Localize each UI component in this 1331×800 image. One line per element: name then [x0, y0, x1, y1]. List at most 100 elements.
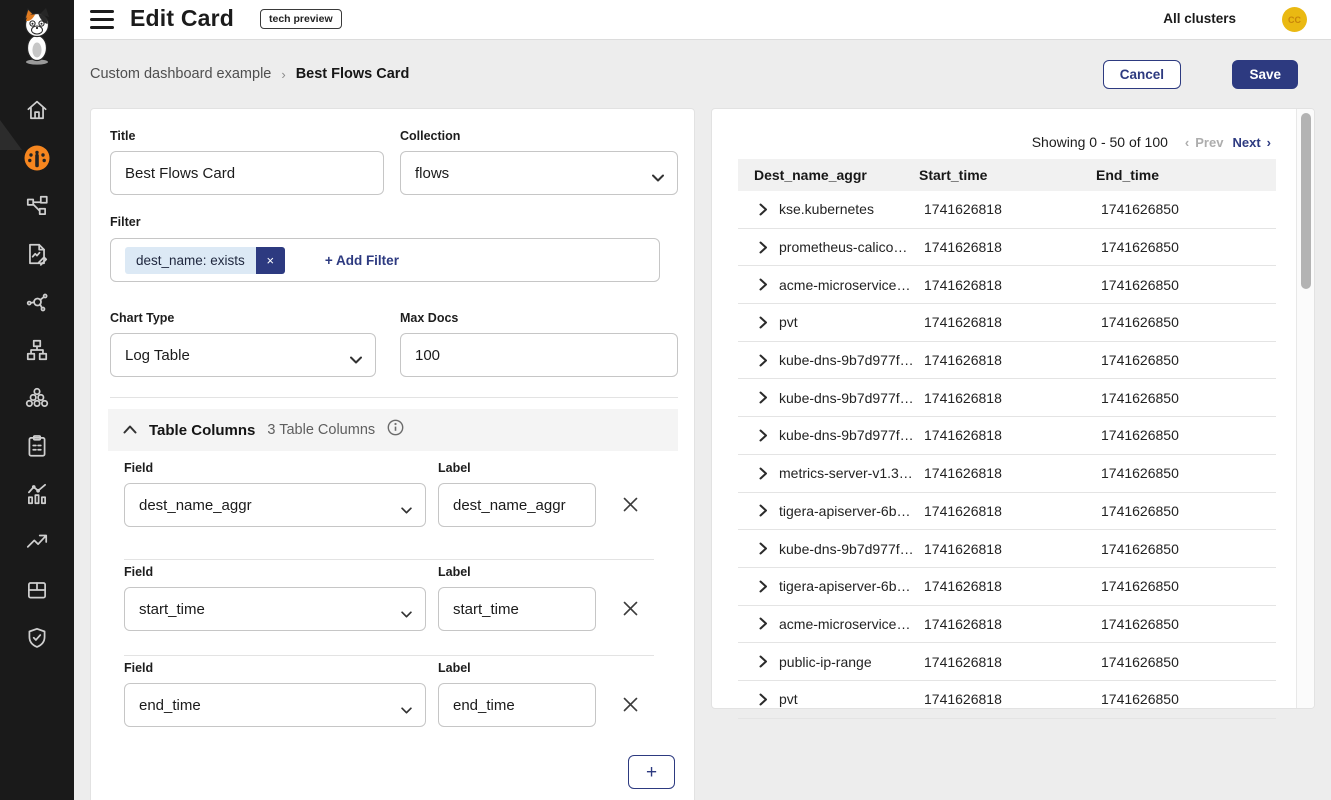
- prev-page-button[interactable]: ‹ Prev: [1185, 135, 1224, 150]
- chart-type-value: Log Table: [125, 347, 190, 364]
- breadcrumb-separator: ›: [281, 67, 285, 82]
- table-row[interactable]: tigera-apiserver-6b…17416268181741626850: [738, 568, 1276, 606]
- chevron-right-icon[interactable]: [759, 429, 779, 442]
- chevron-right-icon[interactable]: [759, 542, 779, 555]
- table-row[interactable]: acme-microservice…17416268181741626850: [738, 606, 1276, 644]
- table-row[interactable]: kube-dns-9b7d977f…17416268181741626850: [738, 530, 1276, 568]
- add-column-button[interactable]: +: [628, 755, 675, 789]
- cell-end-time: 1741626850: [1101, 314, 1276, 330]
- cell-end-time: 1741626850: [1101, 616, 1276, 632]
- table-row[interactable]: prometheus-calico…17416268181741626850: [738, 229, 1276, 267]
- sidebar-item-security[interactable]: [0, 614, 74, 662]
- sidebar-nav: [0, 0, 74, 800]
- table-row[interactable]: metrics-server-v1.3…17416268181741626850: [738, 455, 1276, 493]
- chevron-right-icon[interactable]: [759, 504, 779, 517]
- table-columns-accordion-header[interactable]: Table Columns 3 Table Columns: [108, 409, 678, 451]
- save-button[interactable]: Save: [1232, 60, 1298, 89]
- chevron-right-icon[interactable]: [759, 203, 779, 216]
- sidebar-item-home[interactable]: [0, 86, 74, 134]
- label-label: Label: [438, 565, 471, 579]
- cluster-selector[interactable]: All clusters: [1163, 11, 1236, 26]
- chevron-right-icon[interactable]: [759, 354, 779, 367]
- cell-start-time: 1741626818: [924, 201, 1101, 217]
- preview-scrollbar[interactable]: [1296, 109, 1314, 708]
- info-icon[interactable]: [387, 419, 404, 441]
- max-docs-input[interactable]: [400, 333, 678, 377]
- hamburger-menu-icon[interactable]: [90, 10, 114, 29]
- chevron-right-icon[interactable]: [759, 655, 779, 668]
- cell-start-time: 1741626818: [924, 578, 1101, 594]
- cell-start-time: 1741626818: [924, 352, 1101, 368]
- remove-column-icon[interactable]: [621, 495, 640, 517]
- add-filter-button[interactable]: + Add Filter: [325, 253, 399, 268]
- sidebar-item-service-graph[interactable]: [0, 182, 74, 230]
- remove-column-icon[interactable]: [621, 695, 640, 717]
- table-row[interactable]: kube-dns-9b7d977f…17416268181741626850: [738, 379, 1276, 417]
- chevron-right-icon[interactable]: [759, 467, 779, 480]
- sidebar-item-trends[interactable]: [0, 518, 74, 566]
- cell-start-time: 1741626818: [924, 654, 1101, 670]
- chevron-right-icon: ›: [1267, 135, 1271, 150]
- cluster-circles-icon: [24, 385, 50, 411]
- chevron-right-icon[interactable]: [759, 617, 779, 630]
- cell-end-time: 1741626850: [1101, 239, 1276, 255]
- label-input[interactable]: [438, 483, 596, 527]
- remove-column-icon[interactable]: [621, 599, 640, 621]
- field-select[interactable]: end_time: [124, 683, 426, 727]
- calico-cat-logo[interactable]: [17, 8, 57, 66]
- user-avatar[interactable]: CC: [1282, 7, 1307, 32]
- table-row[interactable]: kube-dns-9b7d977f…17416268181741626850: [738, 417, 1276, 455]
- breadcrumb-parent[interactable]: Custom dashboard example: [90, 66, 271, 82]
- collection-label: Collection: [400, 129, 460, 143]
- filter-chip-label: dest_name: exists: [125, 247, 256, 274]
- cell-end-time: 1741626850: [1101, 352, 1276, 368]
- field-value: end_time: [139, 697, 201, 714]
- filter-box[interactable]: dest_name: exists × + Add Filter: [110, 238, 660, 282]
- scrollbar-thumb[interactable]: [1301, 113, 1311, 289]
- chevron-right-icon[interactable]: [759, 278, 779, 291]
- field-select[interactable]: dest_name_aggr: [124, 483, 426, 527]
- chevron-right-icon[interactable]: [759, 391, 779, 404]
- sidebar-item-inventory[interactable]: [0, 566, 74, 614]
- table-columns-count: 3 Table Columns: [267, 422, 375, 438]
- field-select[interactable]: start_time: [124, 587, 426, 631]
- table-row[interactable]: pvt17416268181741626850: [738, 681, 1276, 719]
- cancel-button[interactable]: Cancel: [1103, 60, 1181, 89]
- table-row[interactable]: kube-dns-9b7d977f…17416268181741626850: [738, 342, 1276, 380]
- chevron-down-icon: [652, 169, 664, 186]
- chevron-right-icon[interactable]: [759, 241, 779, 254]
- chevron-right-icon[interactable]: [759, 693, 779, 706]
- collection-select[interactable]: flows: [400, 151, 678, 195]
- filter-chip-remove-icon[interactable]: ×: [256, 247, 285, 274]
- chevron-right-icon[interactable]: [759, 580, 779, 593]
- cell-start-time: 1741626818: [924, 691, 1101, 707]
- page-title: Edit Card: [130, 5, 234, 32]
- table-row[interactable]: public-ip-range17416268181741626850: [738, 643, 1276, 681]
- table-row[interactable]: tigera-apiserver-6b…17416268181741626850: [738, 493, 1276, 531]
- chart-type-select[interactable]: Log Table: [110, 333, 376, 377]
- title-input[interactable]: [110, 151, 384, 195]
- sidebar-item-nodes-graph[interactable]: [0, 278, 74, 326]
- cell-end-time: 1741626850: [1101, 578, 1276, 594]
- sidebar-item-policies[interactable]: [0, 230, 74, 278]
- preview-table-header: Dest_name_aggr Start_time End_time: [738, 159, 1276, 191]
- table-row[interactable]: kse.kubernetes17416268181741626850: [738, 191, 1276, 229]
- sidebar-item-dashboards[interactable]: [0, 134, 74, 182]
- sidebar-item-cluster[interactable]: [0, 374, 74, 422]
- compliance-clipboard-icon: [24, 433, 50, 459]
- sidebar-item-statistics[interactable]: [0, 470, 74, 518]
- label-input[interactable]: [438, 587, 596, 631]
- divider: [124, 655, 654, 656]
- nodes-graph-icon: [24, 289, 50, 315]
- sidebar-item-hierarchy[interactable]: [0, 326, 74, 374]
- table-row[interactable]: acme-microservice…17416268181741626850: [738, 266, 1276, 304]
- label-label: Label: [438, 461, 471, 475]
- dashboards-gauge-icon: [22, 143, 52, 173]
- next-page-button[interactable]: Next ›: [1232, 135, 1271, 150]
- table-row[interactable]: pvt17416268181741626850: [738, 304, 1276, 342]
- cell-start-time: 1741626818: [924, 616, 1101, 632]
- field-value: dest_name_aggr: [139, 497, 252, 514]
- sidebar-item-compliance[interactable]: [0, 422, 74, 470]
- label-input[interactable]: [438, 683, 596, 727]
- chevron-right-icon[interactable]: [759, 316, 779, 329]
